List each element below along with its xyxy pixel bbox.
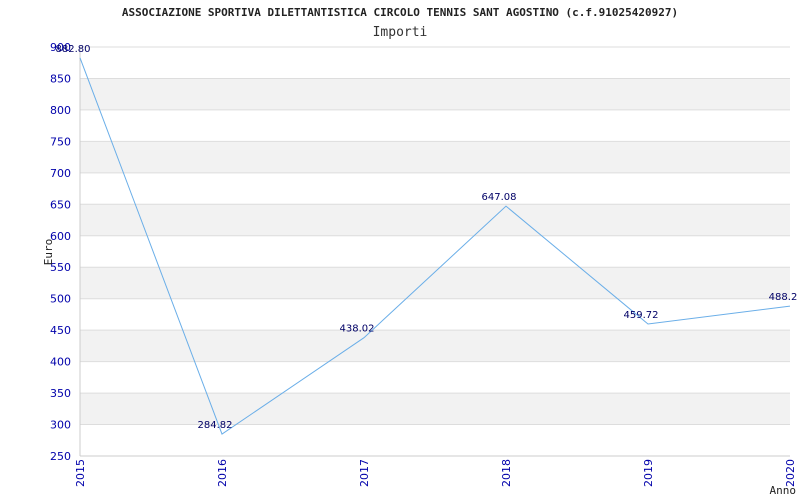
grid-band: [80, 393, 790, 425]
x-tick-label: 2018: [500, 459, 513, 487]
data-label: 488.2: [769, 292, 798, 303]
y-tick-label: 250: [50, 450, 71, 463]
x-tick-label: 2015: [74, 459, 87, 487]
grid-band: [80, 204, 790, 236]
data-label: 882.80: [56, 44, 91, 55]
y-tick-label: 450: [50, 324, 71, 337]
data-label: 438.02: [340, 324, 375, 335]
x-tick-labels: 2015 2016 2017 2018 2019 2020: [74, 459, 797, 487]
data-label: 647.08: [482, 192, 517, 203]
series: [79, 57, 791, 435]
grid-band: [80, 330, 790, 362]
y-tick-label: 300: [50, 419, 71, 432]
y-tick-label: 850: [50, 72, 71, 85]
grid-bands: [80, 78, 790, 425]
y-tick-label: 650: [50, 198, 71, 211]
line-chart: 2503003504004505005506006507007508008509…: [42, 41, 798, 497]
series-line: [79, 57, 791, 435]
x-tick-label: 2016: [216, 459, 229, 487]
x-tick-label: 2019: [642, 459, 655, 487]
y-tick-label: 350: [50, 387, 71, 400]
y-tick-label: 400: [50, 356, 71, 369]
x-tick-label: 2017: [358, 459, 371, 487]
x-tick-label: 2020: [784, 459, 797, 487]
y-axis-title: Euro: [42, 239, 55, 266]
grid-band: [80, 141, 790, 173]
grid-band: [80, 78, 790, 110]
y-tick-label: 750: [50, 135, 71, 148]
y-tick-label: 500: [50, 293, 71, 306]
data-label: 459.72: [624, 310, 659, 321]
x-axis-title: Anno: [770, 484, 797, 497]
y-tick-label: 800: [50, 104, 71, 117]
y-tick-label: 700: [50, 167, 71, 180]
data-label: 284.82: [198, 420, 233, 431]
